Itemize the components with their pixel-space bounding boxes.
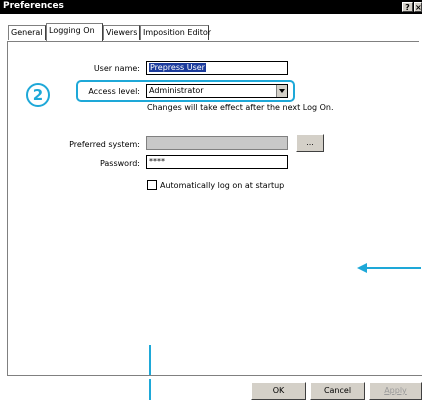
highlight-box (76, 80, 295, 102)
tab-imposition-editor[interactable]: Imposition Editor (140, 25, 211, 40)
window-title: Preferences (3, 1, 64, 11)
preferred-system-label: Preferred system: (69, 140, 140, 149)
step-number-badge: 2 (26, 83, 50, 107)
ok-button[interactable]: OK (251, 382, 306, 400)
close-button[interactable]: × (414, 2, 422, 12)
browse-button[interactable]: ... (296, 134, 324, 152)
tab-viewers[interactable]: Viewers (103, 25, 140, 40)
auto-logon-label: Automatically log on at startup (160, 181, 285, 190)
tab-general[interactable]: General (8, 25, 46, 40)
button-bar-separator (7, 375, 422, 379)
password-field[interactable]: **** (146, 155, 288, 169)
password-label: Password: (99, 159, 140, 168)
tab-logging-on[interactable]: Logging On (46, 23, 103, 41)
preferred-system-field (146, 136, 288, 150)
user-name-label: User name: (93, 64, 140, 73)
vertical-guide-line (149, 345, 151, 400)
user-name-field[interactable]: Prepress User (146, 61, 288, 75)
cancel-button[interactable]: Cancel (310, 382, 365, 400)
auto-logon-checkbox[interactable] (147, 180, 157, 190)
user-name-value: Prepress User (149, 63, 206, 72)
arrow-left-icon (357, 263, 421, 273)
access-level-hint: Changes will take effect after the next … (147, 103, 334, 112)
preferences-dialog: Preferences ? × General Logging On Viewe… (0, 0, 422, 400)
help-button[interactable]: ? (402, 2, 413, 12)
title-bar: Preferences ? × (0, 0, 422, 14)
apply-button[interactable]: Apply (369, 382, 422, 400)
